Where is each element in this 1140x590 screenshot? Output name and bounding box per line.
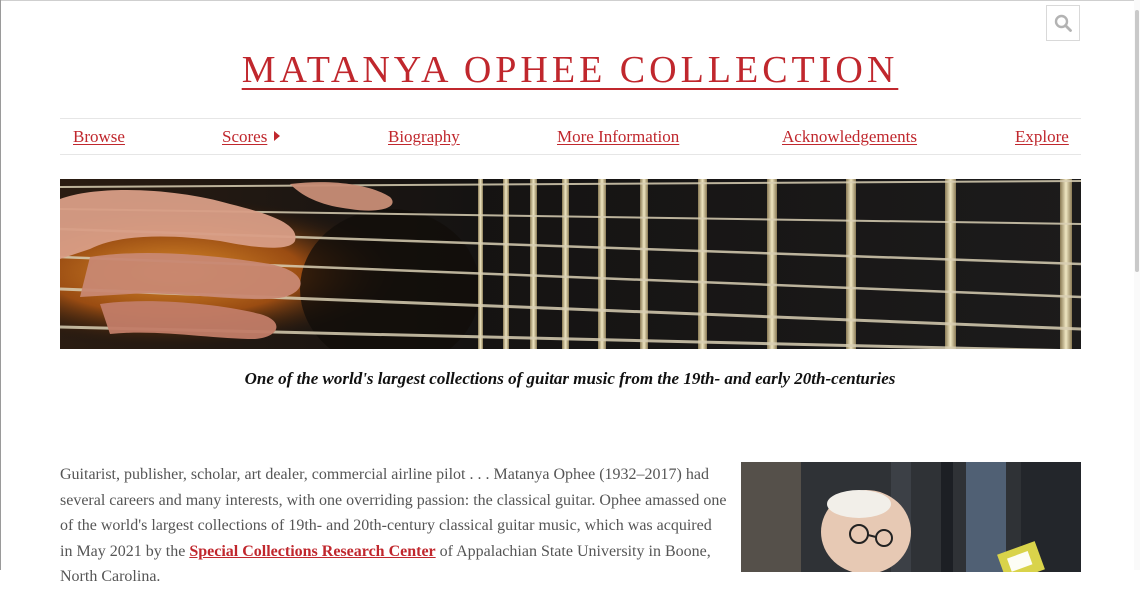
window-top-border bbox=[0, 0, 1140, 1]
ophee-portrait-photo bbox=[741, 462, 1081, 572]
search-icon bbox=[1054, 14, 1072, 32]
nav-scores-label: Scores bbox=[222, 127, 268, 146]
nav-scores[interactable]: Scores bbox=[222, 127, 281, 147]
special-collections-link[interactable]: Special Collections Research Center bbox=[189, 543, 435, 560]
intro-paragraph: Guitarist, publisher, scholar, art deale… bbox=[60, 462, 728, 590]
main-nav: Browse Scores Biography More Information… bbox=[60, 118, 1081, 155]
nav-acknowledgements[interactable]: Acknowledgements bbox=[782, 127, 917, 147]
nav-biography[interactable]: Biography bbox=[388, 127, 460, 147]
guitar-fretboard-image bbox=[60, 179, 1081, 349]
site-title-link[interactable]: MATANYA OPHEE COLLECTION bbox=[242, 49, 899, 91]
search-button[interactable] bbox=[1046, 5, 1080, 41]
portrait-image bbox=[741, 462, 1081, 572]
hero-banner-image bbox=[60, 179, 1081, 349]
nav-more-information[interactable]: More Information bbox=[557, 127, 679, 147]
caret-right-icon bbox=[274, 131, 281, 141]
nav-explore[interactable]: Explore bbox=[1015, 127, 1069, 147]
site-title: MATANYA OPHEE COLLECTION bbox=[0, 48, 1140, 92]
collection-tagline: One of the world's largest collections o… bbox=[244, 369, 896, 388]
nav-browse[interactable]: Browse bbox=[73, 127, 125, 147]
